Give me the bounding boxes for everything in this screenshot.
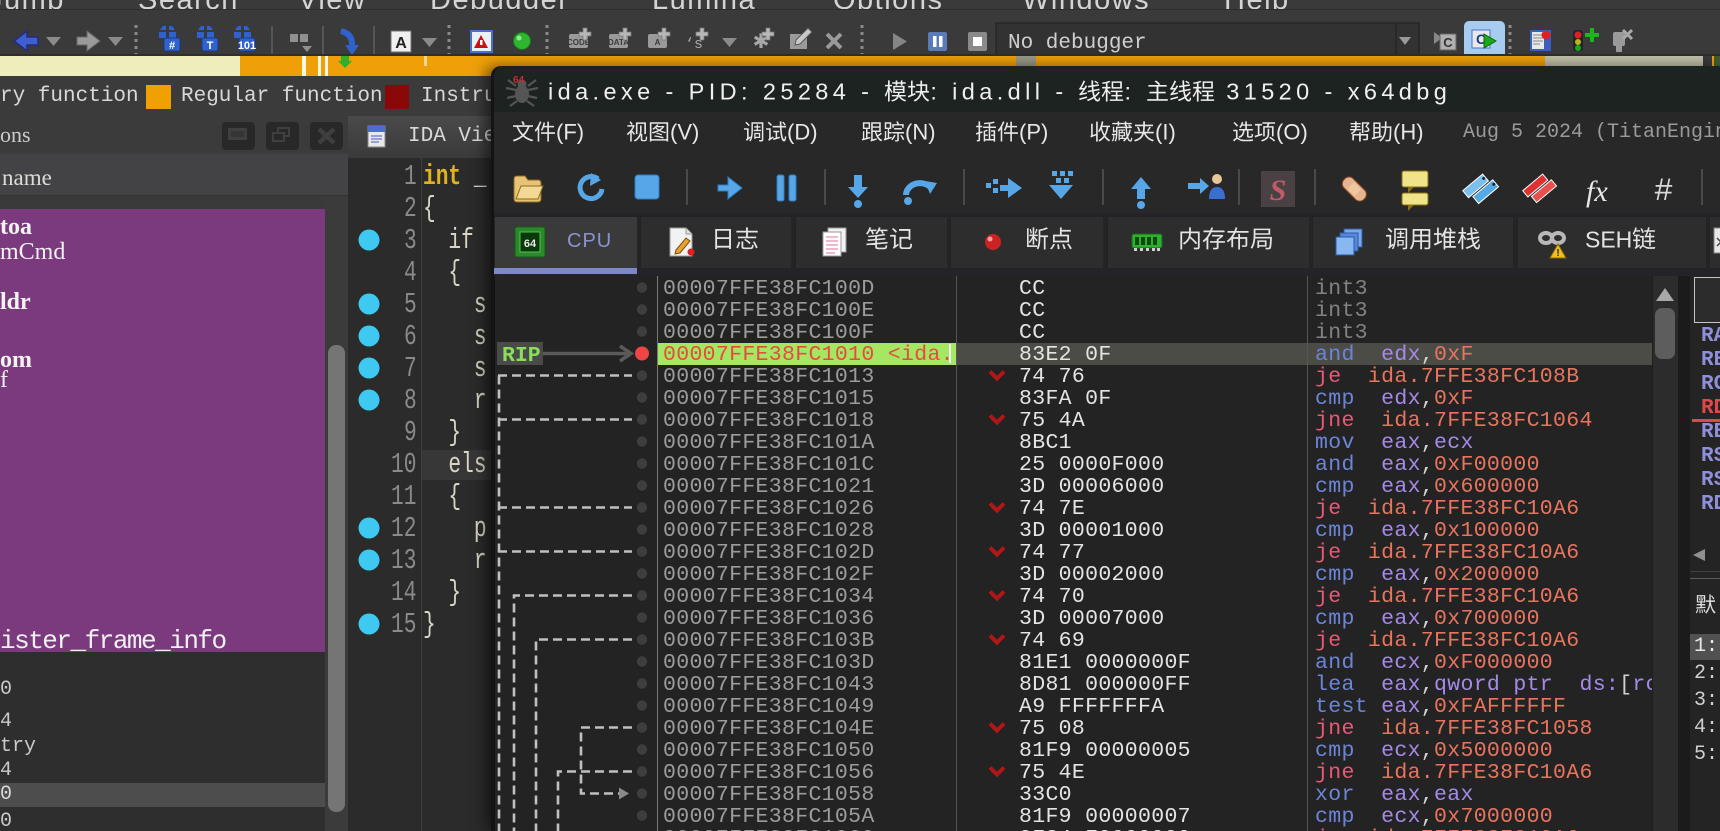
svg-text:T: T <box>207 40 214 52</box>
svg-text:101: 101 <box>238 40 256 52</box>
svg-text:A: A <box>395 35 407 52</box>
svg-text:64: 64 <box>513 75 525 86</box>
svg-text:A: A <box>655 38 661 47</box>
svg-text:#: # <box>169 40 175 52</box>
svg-text:RIP: RIP <box>502 344 541 368</box>
svg-text:#: # <box>1654 173 1673 210</box>
svg-text:S: S <box>1270 174 1287 207</box>
svg-text:No debugger: No debugger <box>1008 32 1147 55</box>
svg-text:C: C <box>1443 35 1453 50</box>
svg-text:!: ! <box>1556 248 1559 259</box>
svg-text:64: 64 <box>524 238 537 250</box>
svg-text:fx: fx <box>1586 175 1608 208</box>
